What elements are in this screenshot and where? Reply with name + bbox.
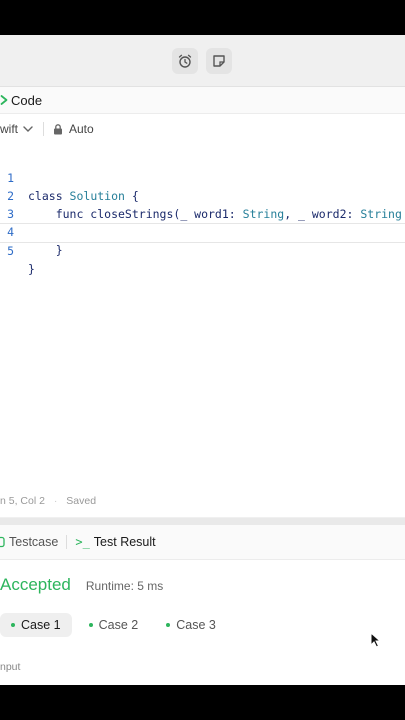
top-toolbar xyxy=(0,35,405,87)
alarm-clock-icon xyxy=(178,54,192,68)
runtime-text: Runtime: 5 ms xyxy=(85,579,164,593)
note-icon xyxy=(213,55,225,67)
code-line-current: 5 } xyxy=(0,223,405,276)
checkbox-icon xyxy=(0,536,5,548)
notes-button[interactable] xyxy=(206,48,232,74)
tab-divider xyxy=(66,535,68,549)
pass-dot-icon xyxy=(88,623,93,627)
test-panel: Testcase >_ Test Result Accepted Runtime… xyxy=(0,525,405,685)
panel-resize-handle[interactable] xyxy=(0,518,405,525)
case-tabs: Case 1 Case 2 Case 3 xyxy=(0,613,233,637)
code-panel-title: Code xyxy=(11,92,43,108)
code-panel: Code wift Auto 1 class Solution {2 func… xyxy=(0,87,405,517)
status-separator: · xyxy=(53,495,58,507)
toolbar-divider xyxy=(43,122,44,136)
case-tab-2[interactable]: Case 2 xyxy=(78,613,150,637)
tab-testcase-label: Testcase xyxy=(9,535,59,549)
result-summary: Accepted Runtime: 5 ms xyxy=(0,575,163,595)
editor-status-bar: n 5, Col 2 · Saved xyxy=(0,495,96,507)
case-tab-1[interactable]: Case 1 xyxy=(0,613,72,637)
code-line: 3 xyxy=(0,187,405,221)
chevron-down-icon xyxy=(23,126,33,132)
case-tab-3[interactable]: Case 3 xyxy=(155,613,227,637)
auto-mode-label: Auto xyxy=(69,122,94,136)
code-line: 4 } xyxy=(0,205,405,257)
code-editor[interactable]: 1 class Solution { 2 func closeStrings(_… xyxy=(0,151,405,276)
mouse-cursor-icon xyxy=(370,632,382,648)
verdict-text: Accepted xyxy=(0,575,71,594)
case-label: Case 3 xyxy=(176,618,216,632)
line-number: 5 xyxy=(7,244,14,258)
language-selector[interactable]: wift xyxy=(0,122,34,136)
code-toolbar: wift Auto xyxy=(0,115,405,143)
case-label: Case 1 xyxy=(21,618,61,632)
save-status: Saved xyxy=(66,495,97,507)
input-label: nput xyxy=(0,661,21,673)
auto-mode-toggle[interactable]: Auto xyxy=(53,122,94,136)
cursor-position: n 5, Col 2 xyxy=(0,495,45,507)
case-label: Case 2 xyxy=(98,618,139,632)
timer-button[interactable] xyxy=(172,48,198,74)
code-line: 1 class Solution { xyxy=(0,151,405,203)
test-panel-tabs: Testcase >_ Test Result xyxy=(0,525,405,560)
pass-dot-icon xyxy=(166,623,171,627)
code-line: 2 func closeStrings(_ word1: String, _ w… xyxy=(0,169,405,221)
code-text: } xyxy=(28,262,35,276)
editor-screen: Code wift Auto 1 class Solution {2 func… xyxy=(0,35,405,685)
pass-dot-icon xyxy=(11,623,15,627)
tab-test-result[interactable]: >_ Test Result xyxy=(75,535,155,549)
tab-testcase[interactable]: Testcase xyxy=(0,535,58,549)
lock-icon xyxy=(54,123,62,134)
terminal-icon: >_ xyxy=(75,535,90,549)
tab-test-result-label: Test Result xyxy=(93,535,156,549)
code-panel-header: Code xyxy=(0,87,405,114)
chevron-code-icon xyxy=(0,95,8,105)
language-label: wift xyxy=(0,122,18,136)
